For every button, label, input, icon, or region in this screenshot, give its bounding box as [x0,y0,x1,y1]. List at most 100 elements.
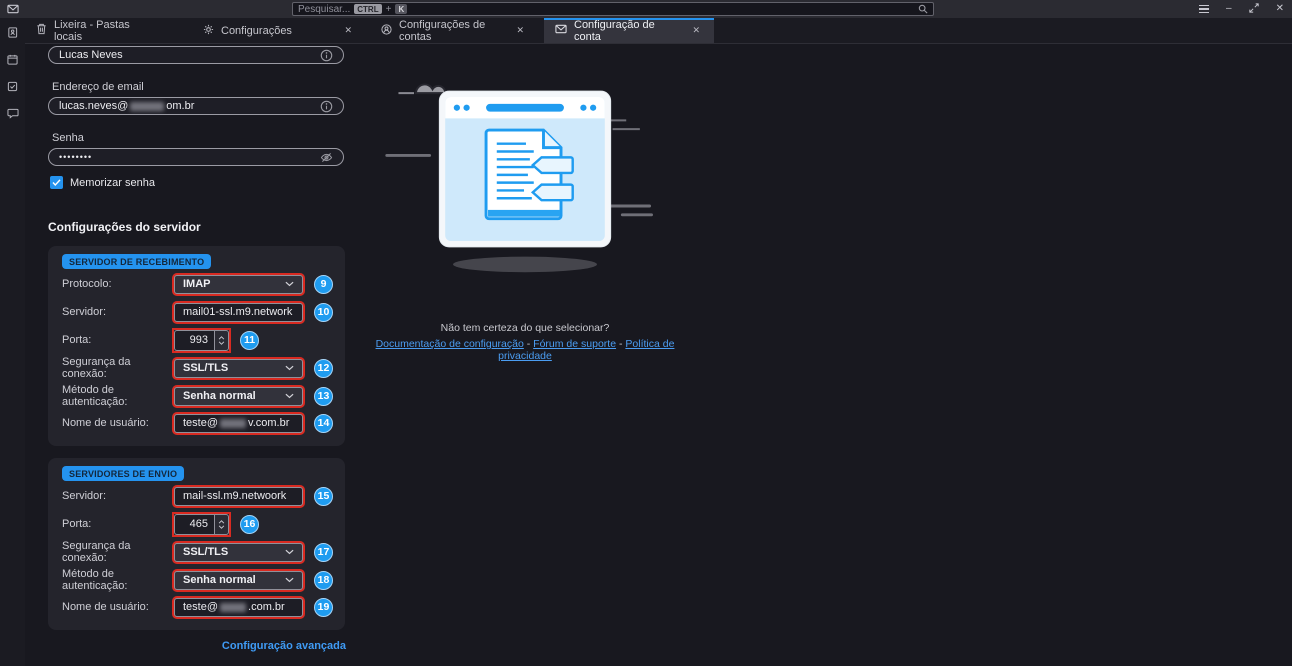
outgoing-port-stepper[interactable]: 465 [174,514,229,535]
port-label: Porta: [62,334,174,346]
protocol-label: Protocolo: [62,278,174,290]
outgoing-auth-dropdown[interactable]: Senha normal [174,571,303,590]
security-label: Segurança da conexão: [62,356,174,380]
incoming-security-row: Segurança da conexão: SSL/TLS 12 [62,354,333,382]
chevron-down-icon [285,393,294,399]
protocol-row: Protocolo: IMAP 9 [62,270,333,298]
tab-configuracoes[interactable]: Configurações ✕ [170,18,366,43]
k-key-badge: K [395,4,407,14]
tasks-icon[interactable] [7,81,18,95]
outgoing-security-value: SSL/TLS [183,546,228,558]
support-forum-link[interactable]: Fórum de suporte [533,338,616,350]
incoming-auth-dropdown[interactable]: Senha normal [174,387,303,406]
incoming-server-input[interactable]: mail01-ssl.m9.network [174,303,303,322]
gear-icon [203,24,214,38]
incoming-port-stepper[interactable]: 993 [174,330,229,351]
app-menu-icon[interactable] [1199,5,1209,14]
help-links: Documentação de configuração - Fórum de … [355,338,695,362]
annotation-circle-12: 12 [314,359,333,378]
annotation-circle-10: 10 [314,303,333,322]
tab-lixeira[interactable]: Lixeira - Pastas locais [25,18,170,43]
remember-password-label: Memorizar senha [70,177,155,189]
restore-button[interactable] [1249,3,1259,16]
chevron-up-icon [218,336,225,340]
minimize-button[interactable]: – [1226,4,1232,14]
search-placeholder: Pesquisar... [298,4,350,15]
server-settings-heading: Configurações do servidor [48,220,348,234]
close-tab-icon[interactable]: ✕ [341,24,355,37]
annotation-circle-14: 14 [314,414,333,433]
search-icon [918,4,928,14]
full-name-value: Lucas Neves [59,49,123,61]
global-search-input[interactable]: Pesquisar... CTRL + K [292,2,934,16]
annotation-circle-15: 15 [314,487,333,506]
tab-configuracao-de-conta-active[interactable]: Configuração de conta ✕ [544,18,714,43]
tab-bar: Lixeira - Pastas locais Configurações ✕ … [25,18,1292,44]
close-tab-icon[interactable]: ✕ [513,24,527,37]
incoming-username-value: teste@v.com.br [183,417,289,429]
annotation-circle-13: 13 [314,387,333,406]
outgoing-server-value: mail-ssl.m9.netwoork [183,490,286,502]
tab-configuracoes-de-contas[interactable]: Configurações de contas ✕ [370,18,538,43]
protocol-value: IMAP [183,278,211,290]
incoming-username-input[interactable]: teste@v.com.br [174,414,303,433]
close-tab-icon[interactable]: ✕ [689,24,703,37]
outgoing-server-input[interactable]: mail-ssl.m9.netwoork [174,487,303,506]
stepper-arrows[interactable] [214,514,229,535]
protocol-dropdown[interactable]: IMAP [174,275,303,294]
check-icon [53,180,60,185]
link-separator: - [619,338,623,350]
stepper-arrows[interactable] [214,330,229,351]
outgoing-security-dropdown[interactable]: SSL/TLS [174,543,303,562]
outgoing-port-value: 465 [174,514,214,535]
incoming-port-row: Porta: 993 11 [62,326,333,354]
address-book-icon[interactable] [7,27,18,41]
thunderbird-window: Pesquisar... CTRL + K – ✕ [0,0,1292,666]
port-label: Porta: [62,518,174,530]
help-column: Não tem certeza do que selecionar? Docum… [355,58,695,362]
outgoing-username-input[interactable]: teste@.com.br [174,598,303,617]
docs-link[interactable]: Documentação de configuração [376,338,524,350]
link-separator: - [527,338,531,350]
outgoing-port-row: Porta: 465 16 [62,510,333,538]
incoming-server-panel: SERVIDOR DE RECEBIMENTO Protocolo: IMAP … [48,246,345,446]
incoming-security-dropdown[interactable]: SSL/TLS [174,359,303,378]
password-input[interactable]: •••••••• [48,148,344,166]
security-label: Segurança da conexão: [62,540,174,564]
auth-label: Método de autenticação: [62,568,174,592]
outgoing-username-row: Nome de usuário: teste@.com.br 19 [62,594,333,620]
help-question: Não tem certeza do que selecionar? [355,322,695,334]
incoming-auth-value: Senha normal [183,390,256,402]
mail-icon[interactable] [0,0,25,18]
email-label: Endereço de email [52,81,344,93]
trash-icon [36,23,47,38]
outgoing-server-row: Servidor: mail-ssl.m9.netwoork 15 [62,482,333,510]
calendar-icon[interactable] [7,54,18,68]
annotation-circle-19: 19 [314,598,333,617]
chevron-down-icon [218,341,225,345]
outgoing-auth-row: Método de autenticação: Senha normal 18 [62,566,333,594]
info-icon [320,49,333,62]
full-name-input[interactable]: Lucas Neves [48,46,344,64]
info-icon [320,100,333,113]
tab-label: Configurações de contas [399,19,506,43]
chat-icon[interactable] [7,108,19,122]
incoming-auth-row: Método de autenticação: Senha normal 13 [62,382,333,410]
redacted-text [220,419,246,428]
envelope-icon [555,24,567,37]
incoming-port-value: 993 [174,330,214,351]
ctrl-key-badge: CTRL [354,4,381,14]
close-window-button[interactable]: ✕ [1276,4,1284,14]
remember-password-checkbox[interactable] [50,176,63,189]
chevron-down-icon [218,525,225,529]
incoming-server-badge: SERVIDOR DE RECEBIMENTO [62,254,211,269]
account-setup-illustration [379,58,671,282]
chevron-down-icon [285,365,294,371]
redacted-text [220,603,246,612]
advanced-config-link[interactable]: Configuração avançada [222,640,346,652]
outgoing-server-panel: SERVIDORES DE ENVIO Servidor: mail-ssl.m… [48,458,345,630]
outgoing-auth-value: Senha normal [183,574,256,586]
email-input[interactable]: lucas.neves@om.br [48,97,344,115]
chevron-up-icon [218,520,225,524]
eye-slash-icon[interactable] [320,152,333,163]
